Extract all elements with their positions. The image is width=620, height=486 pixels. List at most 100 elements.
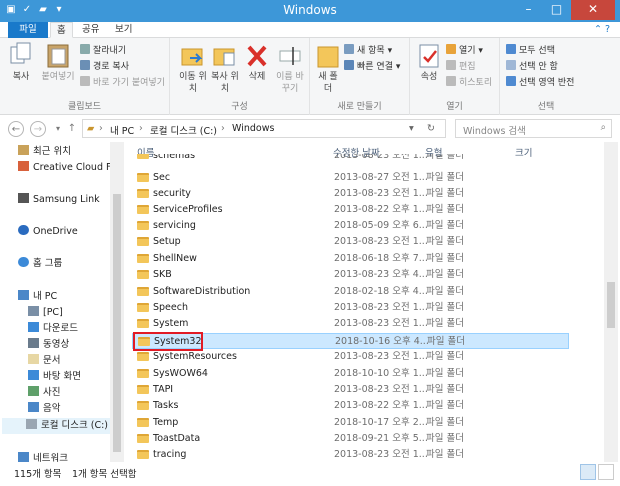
sidebar-item-pictures[interactable]: 사진 (28, 385, 60, 401)
pictures-icon (28, 386, 39, 396)
close-button[interactable]: ✕ (571, 0, 615, 20)
up-button[interactable]: ↑ (64, 121, 80, 137)
file-list-scroll-thumb[interactable] (607, 282, 615, 328)
copy-path-button[interactable]: 경로 복사 (80, 60, 129, 73)
delete-button[interactable]: 삭제 (244, 41, 270, 83)
creative-cloud-icon (18, 161, 29, 171)
selected-count: 1개 항목 선택함 (72, 469, 137, 480)
delete-icon (247, 45, 267, 67)
recent-icon (18, 145, 29, 155)
file-row[interactable]: Setup 2013-08-23 오전 1... 파일 폴더 (132, 234, 569, 250)
folder-icon (137, 205, 149, 214)
rename-button[interactable]: 이름 바꾸기 (274, 41, 306, 95)
copy-button[interactable]: 복사 (6, 41, 36, 83)
new-folder-button[interactable]: 새 폴더 (315, 41, 341, 95)
sidebar-item-desktop[interactable]: 바탕 화면 (28, 369, 81, 385)
file-row[interactable]: Sec 2013-08-27 오전 1... 파일 폴더 (132, 170, 569, 186)
ribbon: 복사 붙여넣기 잘라내기 경로 복사 바로 가기 붙여넣기 클립보드 이동 위치… (0, 38, 620, 115)
sidebar-item-downloads[interactable]: 다운로드 (28, 321, 78, 337)
file-row[interactable]: ServiceProfiles 2013-08-22 오후 1... 파일 폴더 (132, 202, 569, 218)
select-none-button[interactable]: 선택 안 함 (506, 60, 558, 73)
copy-to-button[interactable]: 복사 위치 (210, 41, 240, 95)
file-row[interactable]: Tasks 2013-08-22 오후 1... 파일 폴더 (132, 398, 569, 414)
easy-access-button[interactable]: 빠른 연결 ▾ (344, 60, 400, 73)
properties-button[interactable]: 속성 (414, 41, 444, 83)
clipboard-group: 복사 붙여넣기 잘라내기 경로 복사 바로 가기 붙여넣기 클립보드 (0, 38, 170, 115)
organize-group: 이동 위치 복사 위치 삭제 이름 바꾸기 구성 (170, 38, 310, 115)
search-box[interactable]: Windows 검색 ⌕ (455, 119, 612, 138)
cut-button[interactable]: 잘라내기 (80, 44, 126, 57)
file-row[interactable]: Speech 2013-08-23 오전 1... 파일 폴더 (132, 300, 569, 316)
open-group: 속성 열기 ▾ 편집 히스토리 열기 (410, 38, 500, 115)
history-icon (446, 76, 456, 86)
breadcrumb-local-disk[interactable]: 로컬 디스크 (C:) (150, 123, 217, 137)
search-icon[interactable]: ⌕ (601, 122, 606, 133)
tab-share[interactable]: 공유 (76, 22, 105, 38)
minimize-button[interactable]: – (515, 0, 542, 20)
edit-button[interactable]: 편집 (446, 60, 476, 73)
address-dropdown-icon[interactable]: ▾ (409, 123, 414, 134)
file-row[interactable]: schemas 2013-08-23 오전 1... 파일 폴더 (132, 154, 569, 164)
sidebar-scroll-thumb[interactable] (113, 194, 121, 452)
file-row[interactable]: ShellNew 2018-06-18 오후 7... 파일 폴더 (132, 251, 569, 267)
file-row[interactable]: SystemResources 2013-08-23 오전 1... 파일 폴더 (132, 349, 569, 365)
sidebar-item-onedrive[interactable]: OneDrive (18, 224, 78, 240)
sidebar-item-recent[interactable]: 최근 위치 (18, 144, 71, 160)
music-icon (28, 402, 39, 412)
folder-icon (137, 154, 149, 159)
file-row[interactable]: System 2013-08-23 오전 1... 파일 폴더 (132, 316, 569, 332)
folder-icon (137, 287, 149, 296)
new-item-button[interactable]: 새 항목 ▾ (344, 44, 392, 57)
rename-icon (279, 47, 301, 65)
sidebar-item-homegroup[interactable]: 홈 그룹 (18, 256, 62, 272)
address-box[interactable]: ▰ › 내 PC › 로컬 디스크 (C:) › Windows ▾ ↻ (82, 119, 446, 138)
file-row[interactable]: ToastData 2018-09-21 오후 5... 파일 폴더 (132, 431, 569, 447)
folder-icon (137, 237, 149, 246)
invert-selection-button[interactable]: 선택 영역 반전 (506, 76, 574, 89)
file-row[interactable]: SKB 2013-08-23 오후 4... 파일 폴더 (132, 267, 569, 283)
easy-access-icon (344, 60, 354, 70)
videos-icon (28, 338, 39, 348)
forward-button[interactable]: → (30, 121, 46, 137)
refresh-icon[interactable]: ↻ (427, 123, 435, 134)
network-icon (18, 452, 29, 462)
details-view-icon[interactable] (580, 464, 596, 480)
breadcrumb-this-pc[interactable]: 내 PC (110, 123, 134, 137)
history-button[interactable]: 히스토리 (446, 76, 492, 89)
paste-button[interactable]: 붙여넣기 (38, 41, 78, 83)
tab-file[interactable]: 파일 (8, 22, 48, 38)
tab-view[interactable]: 보기 (109, 22, 138, 38)
file-row[interactable]: Temp 2018-10-17 오후 2... 파일 폴더 (132, 415, 569, 431)
back-button[interactable]: ← (8, 121, 24, 137)
file-list-scrollbar[interactable] (604, 142, 618, 462)
file-row[interactable]: servicing 2018-05-09 오후 6... 파일 폴더 (132, 218, 569, 234)
title-bar: ▣ ✓ ▰ ▾ Windows – □ ✕ (0, 0, 620, 22)
file-row[interactable]: security 2013-08-23 오전 1... 파일 폴더 (132, 186, 569, 202)
paste-shortcut-button[interactable]: 바로 가기 붙여넣기 (80, 76, 165, 89)
move-to-button[interactable]: 이동 위치 (178, 41, 208, 95)
tab-home[interactable]: 홈 (50, 22, 73, 38)
sidebar-item-pc[interactable]: [PC] (28, 305, 63, 321)
search-placeholder: Windows 검색 (463, 126, 526, 137)
file-row[interactable]: SoftwareDistribution 2018-02-18 오후 4... 파일… (132, 284, 569, 300)
sidebar-item-samsung-link[interactable]: Samsung Link (18, 192, 100, 208)
breadcrumb-windows[interactable]: Windows (232, 123, 274, 134)
maximize-button[interactable]: □ (543, 0, 570, 20)
sidebar-item-videos[interactable]: 동영상 (28, 337, 69, 353)
sidebar-scrollbar[interactable] (110, 142, 124, 462)
sidebar-item-documents[interactable]: 문서 (28, 353, 60, 369)
select-all-icon (506, 44, 516, 54)
file-row[interactable]: tracing 2013-08-23 오전 1... 파일 폴더 (132, 447, 569, 463)
properties-icon (419, 44, 439, 68)
open-button[interactable]: 열기 ▾ (446, 44, 483, 57)
highlight-box (133, 332, 203, 351)
select-all-button[interactable]: 모두 선택 (506, 44, 555, 57)
file-row[interactable]: SysWOW64 2018-10-10 오후 1... 파일 폴더 (132, 366, 569, 382)
sidebar-item-local-disk[interactable]: 로컬 디스크 (C:) (2, 418, 110, 434)
sidebar-item-music[interactable]: 음악 (28, 401, 60, 417)
sidebar-item-this-pc[interactable]: 내 PC (18, 289, 57, 305)
ribbon-collapse-icon[interactable]: ⌃ ? (588, 22, 616, 38)
large-icons-view-icon[interactable] (598, 464, 614, 480)
sidebar-item-creative-cloud[interactable]: Creative Cloud Fi (18, 160, 113, 176)
file-row[interactable]: TAPI 2013-08-23 오전 1... 파일 폴더 (132, 382, 569, 398)
